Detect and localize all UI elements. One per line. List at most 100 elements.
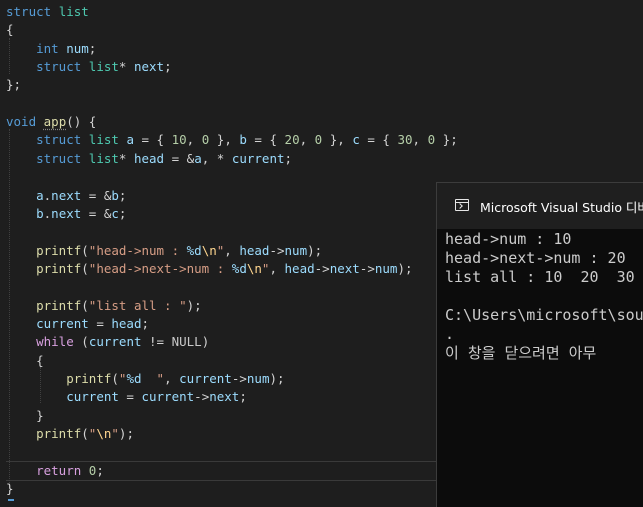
code-token: 30 xyxy=(397,132,413,148)
code-token: next xyxy=(51,187,82,203)
code-token: ( xyxy=(81,297,89,313)
code-line: { xyxy=(6,21,14,39)
code-token: next xyxy=(329,260,360,276)
code-token: * xyxy=(118,59,134,75)
code-token: }, xyxy=(322,132,353,148)
code-token: a xyxy=(194,150,202,166)
code-token: struct xyxy=(36,59,82,75)
code-line: struct list* next; xyxy=(6,58,172,76)
code-token: != xyxy=(141,334,172,350)
code-token: -> xyxy=(359,260,375,276)
code-token: = { xyxy=(246,132,285,148)
console-line: list all : 10 20 30 xyxy=(445,268,635,286)
code-token: = & xyxy=(81,187,112,203)
code-token: 10 xyxy=(171,132,187,148)
code-token: printf xyxy=(36,260,82,276)
code-token: "head->next->num : xyxy=(88,260,232,276)
code-token: current xyxy=(66,389,119,405)
code-line: printf("list all : "); xyxy=(6,297,202,315)
code-token: }; xyxy=(435,132,458,148)
code-token: = { xyxy=(133,132,172,148)
code-line: struct list xyxy=(6,3,89,21)
code-line: void app() { xyxy=(6,113,96,131)
code-token: " xyxy=(141,371,165,386)
code-token: a xyxy=(36,187,44,203)
code-token: head xyxy=(133,150,165,166)
code-line: while (current != NULL) xyxy=(6,333,209,351)
code-token: }; xyxy=(6,77,22,93)
code-token: } xyxy=(6,481,14,497)
code-line: { xyxy=(6,352,44,370)
code-line: } xyxy=(6,407,44,425)
code-token: b xyxy=(239,132,247,148)
code-token: ( xyxy=(73,334,89,350)
code-line: int num; xyxy=(6,40,96,58)
code-token: void xyxy=(6,114,37,130)
code-token: current xyxy=(88,334,142,350)
code-token: ( xyxy=(111,371,119,386)
code-token: = xyxy=(118,389,142,405)
code-token: ; xyxy=(284,150,293,166)
code-line: struct list a = { 10, 0 }, b = { 20, 0 }… xyxy=(6,131,458,149)
code-token: { xyxy=(6,22,14,38)
code-token: , xyxy=(164,371,180,386)
console-line: head->num : 10 xyxy=(445,230,572,248)
code-token: -> xyxy=(231,371,247,386)
code-token: app xyxy=(43,114,67,130)
code-token: -> xyxy=(194,389,210,405)
code-token: current xyxy=(141,389,195,405)
code-line: printf("head->next->num : %d\n", head->n… xyxy=(6,260,412,278)
code-token: %d xyxy=(231,260,247,276)
code-line: b.next = &c; xyxy=(6,205,126,223)
code-line: printf("head->num : %d\n", head->num); xyxy=(6,242,322,260)
code-line: struct list* head = &a, * current; xyxy=(6,150,292,168)
code-token: a xyxy=(126,132,134,148)
code-token: "head->num : xyxy=(88,242,187,258)
code-token: } xyxy=(6,407,44,423)
code-line: } xyxy=(6,480,14,498)
code-token: current xyxy=(179,371,232,386)
code-token: NULL xyxy=(171,334,202,350)
code-token: list xyxy=(88,59,119,75)
code-token: printf xyxy=(66,371,112,386)
code-token: num xyxy=(284,242,308,258)
code-token: ; xyxy=(164,59,172,75)
code-token: b xyxy=(36,205,44,221)
code-token: \n xyxy=(201,242,217,258)
code-token: printf xyxy=(36,242,82,258)
debug-console-window[interactable]: Microsoft Visual Studio 디버그 head->num : … xyxy=(436,182,643,507)
code-token: next xyxy=(133,59,165,75)
code-token: ); xyxy=(269,371,285,386)
code-token: " xyxy=(111,426,119,442)
text-caret xyxy=(8,499,14,501)
code-token: { xyxy=(6,352,44,368)
code-token: 0 xyxy=(427,132,436,148)
console-titlebar[interactable]: Microsoft Visual Studio 디버그 xyxy=(437,183,643,229)
code-token: list xyxy=(88,132,119,148)
code-token: ; xyxy=(118,187,127,203)
code-token: head xyxy=(284,260,315,276)
code-token: ( xyxy=(81,426,89,442)
terminal-icon xyxy=(455,199,469,211)
code-token: ); xyxy=(118,426,134,442)
code-token: , xyxy=(299,132,315,148)
code-token: , * xyxy=(201,150,232,166)
code-token: ( xyxy=(81,260,89,276)
code-line: current = current->next; xyxy=(6,388,247,406)
code-token: printf xyxy=(36,426,82,442)
code-token: ); xyxy=(186,297,202,313)
code-token: }, xyxy=(209,132,240,148)
code-token: ) xyxy=(201,334,210,350)
code-token: b xyxy=(111,187,119,203)
code-token: current xyxy=(36,315,89,331)
